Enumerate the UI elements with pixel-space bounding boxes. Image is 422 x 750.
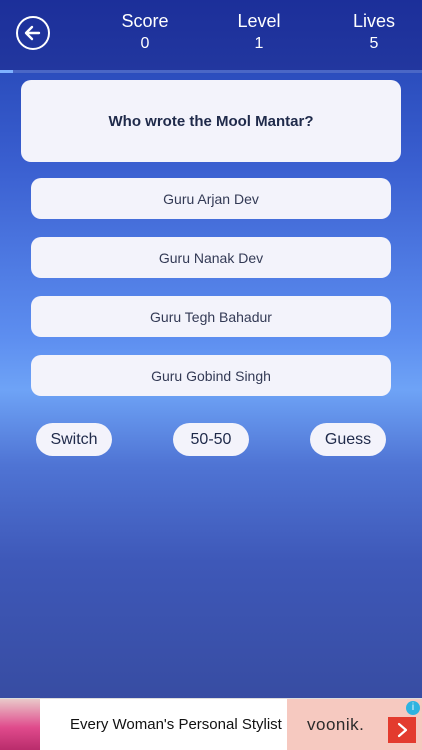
answer-option[interactable]: Guru Tegh Bahadur [31,296,391,337]
back-button[interactable] [16,16,50,50]
ad-cta-button[interactable] [388,717,416,743]
ad-image [0,699,40,750]
level-value: 1 [254,35,264,52]
switch-button[interactable]: Switch [36,423,112,456]
progress-bar [0,70,422,73]
answer-option[interactable]: Guru Arjan Dev [31,178,391,219]
score-stat: Score 0 [118,10,172,56]
answer-option[interactable]: Guru Gobind Singh [31,355,391,396]
level-stat: Level 1 [234,10,284,56]
level-label: Level [237,11,281,31]
lives-stat: Lives 5 [350,10,398,56]
question-card: Who wrote the Mool Mantar? [21,80,401,162]
ad-brand-name: voonik. [307,715,365,734]
progress-fill [0,70,13,73]
guess-button[interactable]: Guess [310,423,386,456]
chevron-right-icon [397,722,408,738]
lives-label: Lives [352,11,396,31]
score-label: Score [121,11,169,31]
ad-info-icon[interactable]: i [406,701,420,715]
fifty-fifty-button[interactable]: 50-50 [173,423,249,456]
question-text: Who wrote the Mool Mantar? [108,112,314,130]
score-value: 0 [140,35,150,52]
ad-banner[interactable]: Every Woman's Personal Stylist voonik. i [0,698,422,750]
lives-value: 5 [369,35,379,52]
ad-text: Every Woman's Personal Stylist [70,716,282,733]
back-arrow-icon [24,25,41,41]
ad-brand-panel: voonik. i [287,699,422,750]
top-bar: Score 0 Level 1 Lives 5 [0,0,422,70]
answer-option[interactable]: Guru Nanak Dev [31,237,391,278]
